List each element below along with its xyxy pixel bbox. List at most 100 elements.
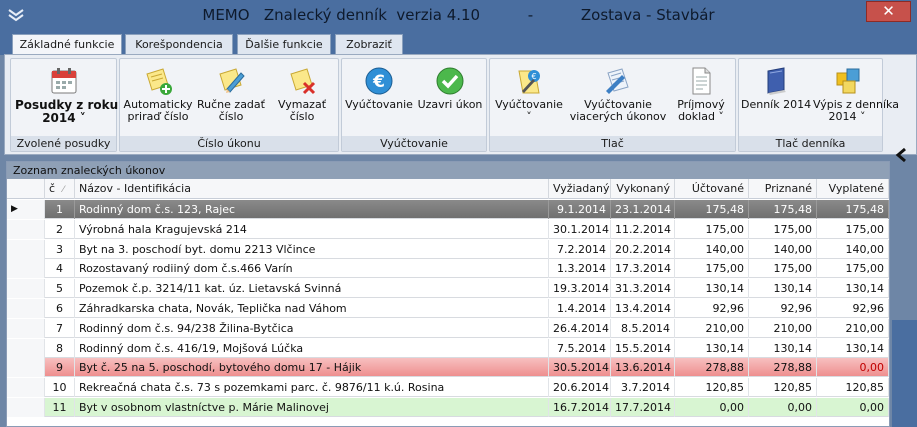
row-selector[interactable] [7,219,45,239]
tab-zobrazit[interactable]: Zobraziť [335,34,403,55]
svg-text:€: € [531,72,536,81]
ribbon: Posudky z roku 2014 ˅ Zvolené posudky Au… [4,54,917,155]
cell-vykonany: 11.2.2014 [611,219,675,239]
table-row[interactable]: 9 Byt č. 25 na 5. poschodí, bytového domu… [7,358,889,378]
table-row[interactable]: 3 Byt na 3. poschodí byt. domu 2213 Vlčin… [7,239,889,259]
header-uctovane[interactable]: Účtované [675,179,749,199]
row-selector[interactable]: ▶ [7,200,45,219]
tab-zakladne-funkcie[interactable]: Základné funkcie [12,34,122,56]
cell-cislo: 8 [45,338,75,358]
cell-uctovane: 92,96 [675,299,749,318]
automaticky-priradit-button[interactable]: Automaticky priraď číslo [122,61,194,135]
cell-cislo: 11 [45,398,75,417]
note-delete-icon [290,68,316,95]
cell-uctovane: 278,88 [675,358,749,378]
header-vykonany[interactable]: Vykonaný [611,179,675,199]
table-row[interactable]: 4 Rozostavaný rodiiný dom č.s.466 Varín 1.… [7,259,889,279]
row-selector[interactable] [7,318,45,338]
tab-dalsie-funkcie[interactable]: Ďalšie funkcie [237,34,331,55]
print-invoice-icon: € [518,70,540,94]
tlac-viacerych-button[interactable]: Vyúčtovanie viacerých úkonov [568,61,668,135]
ribbon-tab-strip: Základné funkcie Korešpondencia Ďalšie f… [0,31,917,56]
header-cislo[interactable]: č ⁄ [45,179,75,199]
vymazat-cislo-button[interactable]: Vymazať číslo [268,61,336,135]
table-row[interactable]: 5 Pozemok č.p. 3214/11 kat. úz. Lietavská… [7,279,889,299]
vyuctovanie-button[interactable]: € Vyúčtovanie [344,61,414,135]
row-selector[interactable] [7,398,45,417]
header-row-indicator [7,179,45,199]
tlac-vyuctovanie-button[interactable]: € Vyúčtovanie ˅ [492,61,566,135]
cell-vykonany: 17.7.2014 [611,398,675,417]
table-row[interactable]: 10 Rekreačná chata č.s. 73 s pozemkami pa… [7,378,889,398]
rucne-zadat-button[interactable]: Ručne zadať číslo [196,61,266,135]
table-row[interactable]: 2 Výrobná hala Kragujevská 214 30.1.2014 11… [7,219,889,239]
print-multiple-icon [606,68,629,94]
ukony-grid: Zoznam znaleckých úkonov č ⁄ Názov - Ide… [6,161,890,427]
cell-nazov: Rozostavaný rodiiný dom č.s.466 Varín [75,259,549,279]
cell-vykonany: 13.6.2014 [611,358,675,378]
group-label-tlac: Tlač [490,136,735,151]
tlac-vyuctovanie-dropdown[interactable]: ˅ [492,111,566,123]
table-row[interactable]: 7 Rodinný dom č.s. 94/238 Žilina-Bytčica 2… [7,318,889,338]
header-priznane[interactable]: Priznané [749,179,817,199]
cell-cislo: 4 [45,259,75,279]
prijmovy-doklad-button[interactable]: Príjmový doklad ˅ [670,61,732,135]
row-selector[interactable] [7,299,45,318]
group-label-cislo-ukonu: Číslo úkonu [120,136,338,151]
table-row[interactable]: ▶ 1 Rodinný dom č.s. 123, Rajec 9.1.2014 23.… [7,200,889,219]
header-cislo-label: č [49,182,56,195]
cell-priznane: 175,00 [749,259,817,279]
table-row[interactable]: 8 Rodinný dom č.s. 416/19, Mojšová Lúčka 7… [7,338,889,358]
dennik-2014-button[interactable]: Denník 2014 [741,61,811,135]
prijmovy-label-line2[interactable]: doklad ˅ [670,111,732,123]
book-icon [767,67,786,95]
cell-nazov: Rodinný dom č.s. 123, Rajec [75,200,549,219]
cell-nazov: Byt na 3. poschodí byt. domu 2213 Vlčinc… [75,239,549,259]
tab-korespondencia[interactable]: Korešpondencia [125,34,233,55]
vypis-label-line2[interactable]: 2014 ˅ [813,111,881,123]
calendar-icon [51,68,77,94]
cell-vyziadany: 20.6.2014 [549,378,611,398]
uzavri-ukon-button[interactable]: Uzavri úkon [416,61,484,135]
cell-uctovane: 140,00 [675,239,749,259]
table-row[interactable]: 6 Záhradkarska chata, Novák, Teplička nad… [7,299,889,318]
cell-vyplatene: 140,00 [817,239,889,259]
posudky-z-roku-button[interactable]: Posudky z roku 2014 ˅ [15,61,118,135]
vypis-z-dennika-button[interactable]: Výpis z denníka 2014 ˅ [813,61,899,135]
row-selector[interactable] [7,259,45,279]
cell-vyplatene: 210,00 [817,318,889,338]
sort-icon: ⁄ [62,185,65,195]
row-selector[interactable] [7,378,45,398]
uzavri-label: Uzavri úkon [417,98,483,111]
cell-nazov: Záhradkarska chata, Novák, Teplička nad … [75,299,549,318]
collapse-panel-icon[interactable] [894,147,908,163]
close-button[interactable]: ✕ [866,1,911,22]
table-row[interactable]: 11 Byt v osobnom vlastníctve p. Márie Mal… [7,398,889,417]
cell-uctovane: 210,00 [675,318,749,338]
cell-nazov: Rekreačná chata č.s. 73 s pozemkami parc… [75,378,549,398]
cell-vyplatene: 130,14 [817,338,889,358]
cell-vyziadany: 26.4.2014 [549,318,611,338]
group-tlac-dennika: Denník 2014 Výpis z denníka 2014 ˅ Tlač … [738,58,899,152]
posudky-label-line2: 2014 ˅ [42,111,86,125]
group-cislo-ukonu: Automaticky priraď číslo Ručne zadať čís… [119,58,339,152]
cell-vykonany: 3.7.2014 [611,378,675,398]
group-label-zvolene-posudky: Zvolené posudky [11,136,116,151]
cell-vyziadany: 19.3.2014 [549,279,611,299]
header-vyziadany[interactable]: Vyžiadaný [549,179,611,199]
cell-vyziadany: 16.7.2014 [549,398,611,417]
cell-uctovane: 130,14 [675,338,749,358]
cell-vyziadany: 7.2.2014 [549,239,611,259]
header-vyplatene[interactable]: Vyplatené [817,179,889,199]
cell-vykonany: 23.1.2014 [611,200,675,219]
row-selector[interactable] [7,279,45,299]
cell-priznane: 278,88 [749,358,817,378]
cell-uctovane: 175,00 [675,219,749,239]
cell-cislo: 7 [45,318,75,338]
row-selector[interactable] [7,338,45,358]
row-selector[interactable] [7,358,45,378]
header-nazov[interactable]: Názov - Identifikácia [75,179,549,199]
cell-cislo: 1 [45,200,75,219]
grid-header: č ⁄ Názov - Identifikácia Vyžiadaný Vyko… [7,179,889,199]
row-selector[interactable] [7,239,45,259]
